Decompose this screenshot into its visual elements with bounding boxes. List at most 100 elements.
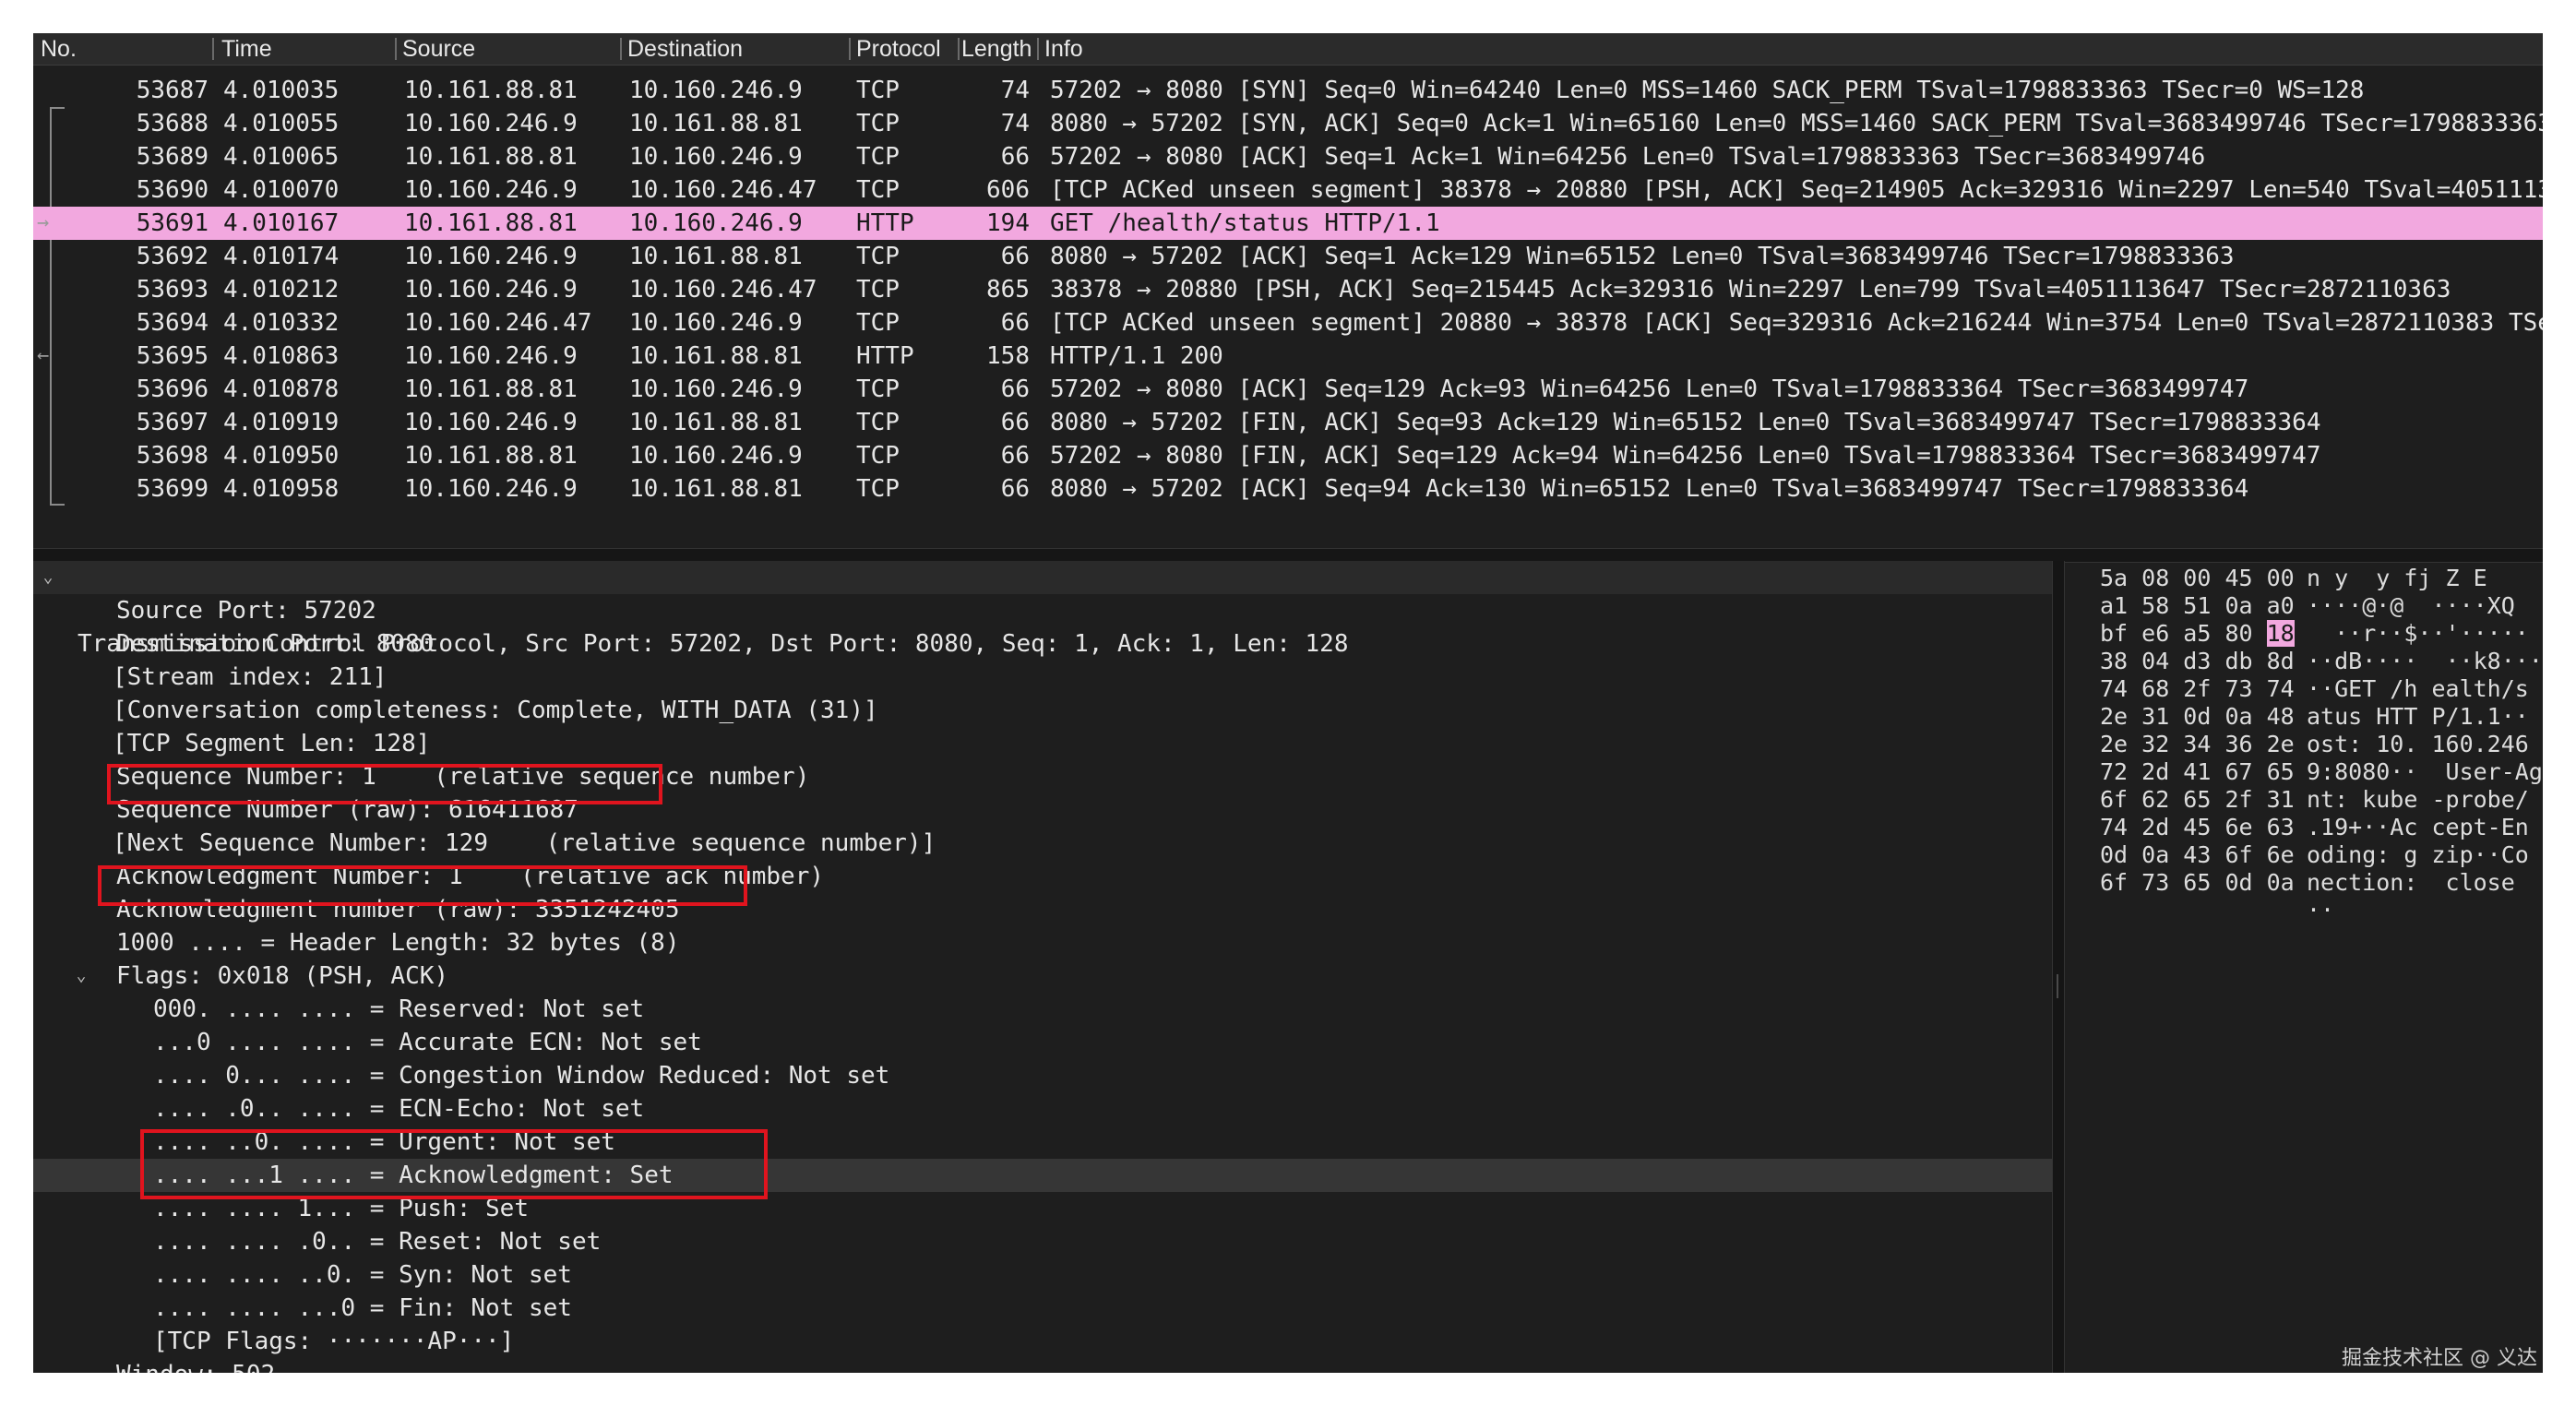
- flags-tree-header[interactable]: ⌄ Flags: 0x018 (PSH, ACK): [33, 959, 2052, 993]
- hex-row[interactable]: ··: [2063, 897, 2543, 924]
- column-time[interactable]: Time: [221, 33, 406, 65]
- packet-time-cell: 4.010958: [223, 475, 340, 503]
- detail-field[interactable]: [Conversation completeness: Complete, WI…: [33, 694, 2052, 727]
- packet-len-cell: 74: [1000, 77, 1030, 104]
- hex-row[interactable]: 72 2d 41 67 65 9:8080·· User-Ag: [2063, 758, 2543, 786]
- packet-row[interactable]: 53695 4.010863 10.160.246.9 10.161.88.81 HTT…: [33, 340, 2543, 373]
- column-separator[interactable]: [620, 38, 622, 60]
- detail-field[interactable]: [Next Sequence Number: 129 (relative seq…: [33, 827, 2052, 860]
- detail-field[interactable]: Destination Port: 8080: [33, 627, 2052, 661]
- flag-field-text: .... .... ..0. = Syn: Not set: [153, 1261, 572, 1289]
- packet-time-cell: 4.010167: [223, 209, 340, 237]
- packet-len-cell: 66: [1000, 243, 1030, 270]
- flag-field[interactable]: .... .0.. .... = ECN-Echo: Not set: [33, 1092, 2052, 1126]
- packet-len-cell: 66: [1000, 143, 1030, 171]
- packet-row[interactable]: 53692 4.010174 10.160.246.9 10.161.88.81 TCP…: [33, 240, 2543, 273]
- packet-time-cell: 4.010174: [223, 243, 340, 270]
- column-source[interactable]: Source: [402, 33, 624, 65]
- hex-row[interactable]: 6f 62 65 2f 31 nt: kube -probe/: [2063, 786, 2543, 814]
- packet-row[interactable]: 53699 4.010958 10.160.246.9 10.161.88.81 TCP…: [33, 472, 2543, 506]
- hex-bytes: 72 2d 41 67 65: [2100, 758, 2295, 785]
- hex-row[interactable]: a1 58 51 0a a0 ····@·@ ····XQ: [2063, 592, 2543, 620]
- packet-row[interactable]: 53693 4.010212 10.160.246.9 10.160.246.47 TC…: [33, 273, 2543, 306]
- detail-field-text: [Conversation completeness: Complete, WI…: [113, 697, 878, 724]
- column-info[interactable]: Info: [1044, 33, 1413, 65]
- window-field[interactable]: Window: 502: [33, 1358, 2052, 1373]
- detail-field[interactable]: [TCP Segment Len: 128]: [33, 727, 2052, 760]
- packet-time-cell: 4.010055: [223, 110, 340, 137]
- column-separator[interactable]: [212, 38, 214, 60]
- packet-dst-cell: 10.161.88.81: [629, 475, 803, 503]
- packet-time-cell: 4.010878: [223, 375, 340, 403]
- hex-ascii: nt: kube -probe/: [2307, 786, 2529, 813]
- column-separator[interactable]: [849, 38, 851, 60]
- annotation-box-ack-raw: [98, 865, 747, 906]
- flag-field[interactable]: 000. .... .... = Reserved: Not set: [33, 993, 2052, 1026]
- packet-info-cell: 8080 → 57202 [FIN, ACK] Seq=93 Ack=129 W…: [1050, 409, 2321, 436]
- hex-row[interactable]: 6f 73 65 0d 0a nection: close: [2063, 869, 2543, 897]
- packet-no-cell: 53698: [136, 442, 209, 470]
- flag-field[interactable]: .... 0... .... = Congestion Window Reduc…: [33, 1059, 2052, 1092]
- packet-src-cell: 10.160.246.9: [404, 409, 578, 436]
- column-protocol[interactable]: Protocol: [856, 33, 958, 65]
- hex-bytes: 38 04 d3 db 8d: [2100, 648, 2295, 674]
- packet-info-cell: 38378 → 20880 [PSH, ACK] Seq=215445 Ack=…: [1050, 276, 2451, 304]
- hex-bytes: 0d 0a 43 6f 6e: [2100, 841, 2295, 868]
- hex-row[interactable]: 38 04 d3 db 8d ··dB···· ··k8···: [2063, 648, 2543, 675]
- packet-row[interactable]: 53691 4.010167 10.161.88.81 10.160.246.9 HTT…: [33, 207, 2543, 240]
- packet-src-cell: 10.160.246.9: [404, 243, 578, 270]
- wireshark-window: No. Time Source Destination Protocol Len…: [33, 33, 2543, 1373]
- packet-row[interactable]: 53690 4.010070 10.160.246.9 10.160.246.47 TC…: [33, 173, 2543, 207]
- detail-field[interactable]: [Stream index: 211]: [33, 661, 2052, 694]
- hex-bytes-text: bf e6 a5 80: [2100, 620, 2267, 647]
- packet-row[interactable]: 53697 4.010919 10.160.246.9 10.161.88.81 TCP…: [33, 406, 2543, 439]
- hex-row[interactable]: bf e6 a5 80 18 ··r··$··'·····: [2063, 620, 2543, 648]
- packet-src-cell: 10.160.246.9: [404, 276, 578, 304]
- packet-time-cell: 4.010863: [223, 342, 340, 370]
- hex-row[interactable]: 2e 31 0d 0a 48 atus HTT P/1.1··: [2063, 703, 2543, 731]
- column-length[interactable]: Length: [961, 33, 1037, 65]
- column-destination[interactable]: Destination: [627, 33, 849, 65]
- packet-len-cell: 66: [1000, 409, 1030, 436]
- packet-dst-cell: 10.161.88.81: [629, 409, 803, 436]
- hex-row[interactable]: 0d 0a 43 6f 6e oding: g zip··Co: [2063, 841, 2543, 869]
- packet-row[interactable]: 53694 4.010332 10.160.246.47 10.160.246.9 TC…: [33, 306, 2543, 340]
- packet-no-cell: 53689: [136, 143, 209, 171]
- packet-dst-cell: 10.160.246.47: [629, 176, 817, 204]
- column-separator[interactable]: [395, 38, 397, 60]
- packet-len-cell: 74: [1000, 110, 1030, 137]
- flag-field[interactable]: ...0 .... .... = Accurate ECN: Not set: [33, 1026, 2052, 1059]
- packet-row[interactable]: 53687 4.010035 10.161.88.81 10.160.246.9 TCP…: [33, 74, 2543, 107]
- hex-bytes: 74 2d 45 6e 63: [2100, 814, 2295, 840]
- flag-field-text: [TCP Flags: ·······AP···]: [153, 1328, 515, 1355]
- column-no[interactable]: No.: [41, 33, 207, 65]
- flag-field[interactable]: .... .... ..0. = Syn: Not set: [33, 1258, 2052, 1292]
- packet-dst-cell: 10.161.88.81: [629, 110, 803, 137]
- hex-ascii: ····@·@ ····XQ: [2307, 592, 2515, 619]
- column-separator[interactable]: [958, 38, 960, 60]
- hex-row[interactable]: 5a 08 00 45 00 n y y fj Z E: [2063, 565, 2543, 592]
- detail-field-text: Destination Port: 8080: [116, 630, 435, 658]
- packet-row[interactable]: 53689 4.010065 10.161.88.81 10.160.246.9 TCP…: [33, 140, 2543, 173]
- detail-field[interactable]: 1000 .... = Header Length: 32 bytes (8): [33, 926, 2052, 959]
- packet-row[interactable]: 53698 4.010950 10.161.88.81 10.160.246.9 TCP…: [33, 439, 2543, 472]
- flag-field[interactable]: [TCP Flags: ·······AP···]: [33, 1325, 2052, 1358]
- collapse-arrow-icon[interactable]: ⌄: [39, 561, 57, 594]
- detail-field[interactable]: Source Port: 57202: [33, 594, 2052, 627]
- flag-field[interactable]: .... .... .0.. = Reset: Not set: [33, 1225, 2052, 1258]
- tcp-tree-header[interactable]: ⌄ Transmission Control Protocol, Src Por…: [33, 561, 2052, 658]
- hex-row[interactable]: 2e 32 34 36 2e ost: 10. 160.246: [2063, 731, 2543, 758]
- packet-src-cell: 10.160.246.9: [404, 110, 578, 137]
- packet-row[interactable]: 53696 4.010878 10.161.88.81 10.160.246.9 TCP…: [33, 373, 2543, 406]
- packet-dst-cell: 10.161.88.81: [629, 342, 803, 370]
- packet-proto-cell: HTTP: [856, 209, 914, 237]
- packet-info-cell: 57202 → 8080 [ACK] Seq=1 Ack=1 Win=64256…: [1050, 143, 2206, 171]
- packet-row[interactable]: 53688 4.010055 10.160.246.9 10.161.88.81 TCP…: [33, 107, 2543, 140]
- packet-proto-cell: TCP: [856, 409, 900, 436]
- flag-field[interactable]: .... .... ...0 = Fin: Not set: [33, 1292, 2052, 1325]
- packet-proto-cell: TCP: [856, 110, 900, 137]
- collapse-arrow-icon[interactable]: ⌄: [72, 959, 90, 993]
- hex-row[interactable]: 74 68 2f 73 74 ··GET /h ealth/s: [2063, 675, 2543, 703]
- column-separator[interactable]: [1037, 38, 1039, 60]
- hex-row[interactable]: 74 2d 45 6e 63 .19+··Ac cept-En: [2063, 814, 2543, 841]
